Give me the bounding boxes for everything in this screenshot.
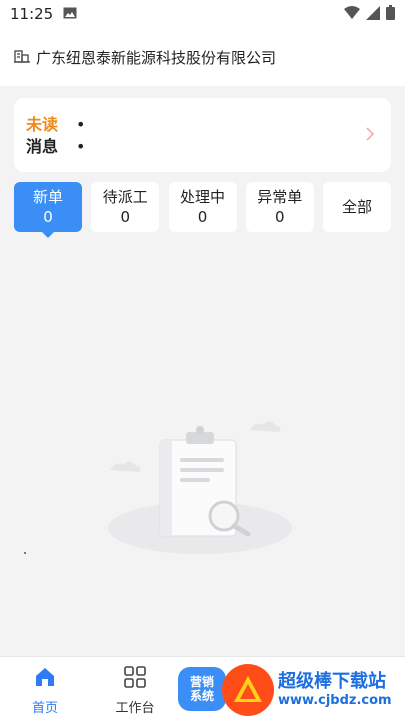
watermark-url: www.cjbdz.com xyxy=(278,693,392,708)
nav-home[interactable]: 首页 xyxy=(10,665,80,716)
marketing-system-button[interactable]: 营销 系统 xyxy=(178,667,226,711)
unread-messages-card[interactable]: 未读 消息 • • xyxy=(14,98,391,172)
tab-count: 0 xyxy=(197,208,208,226)
watermark: 超级棒下载站 www.cjbdz.com xyxy=(222,660,405,720)
marketing-label-line1: 营销 xyxy=(189,675,214,689)
tab-in-progress[interactable]: 处理中 0 xyxy=(168,182,237,232)
wifi-icon xyxy=(344,5,360,24)
chevron-right-icon[interactable] xyxy=(361,124,379,144)
stray-dot xyxy=(24,552,26,554)
tab-all[interactable]: 全部 xyxy=(323,182,391,232)
tab-exception[interactable]: 异常单 0 xyxy=(245,182,314,232)
message-list: • • xyxy=(76,114,85,158)
tab-label: 处理中 xyxy=(179,188,225,206)
signal-icon xyxy=(366,5,380,24)
tab-label: 待派工 xyxy=(102,188,148,206)
home-icon xyxy=(33,665,57,693)
watermark-logo-icon xyxy=(222,664,274,716)
tab-count: 0 xyxy=(120,208,131,226)
unread-label: 未读 消息 xyxy=(26,114,70,158)
battery-icon xyxy=(386,4,395,24)
header: 广东纽恩泰新能源科技股份有限公司 xyxy=(0,28,405,86)
tab-count: 0 xyxy=(274,208,285,226)
tab-new-orders[interactable]: 新单 0 xyxy=(14,182,82,238)
status-time: 11:25 xyxy=(10,5,54,23)
order-status-tabs: 新单 0 待派工 0 处理中 0 异常单 0 全部 xyxy=(14,182,391,238)
message-item[interactable]: • xyxy=(76,136,85,158)
building-icon xyxy=(14,48,30,67)
tab-label: 新单 xyxy=(32,188,63,206)
marketing-label-line2: 系统 xyxy=(189,689,214,703)
tab-label: 异常单 xyxy=(257,188,303,206)
tab-pending-dispatch[interactable]: 待派工 0 xyxy=(91,182,160,232)
gallery-icon xyxy=(63,5,77,23)
unread-label-line1: 未读 xyxy=(26,115,59,134)
empty-state-illustration xyxy=(100,418,300,558)
company-name[interactable]: 广东纽恩泰新能源科技股份有限公司 xyxy=(36,47,276,68)
status-bar: 11:25 xyxy=(0,0,405,28)
watermark-title: 超级棒下载站 xyxy=(278,671,386,692)
unread-label-line2: 消息 xyxy=(26,137,59,156)
nav-workbench[interactable]: 工作台 xyxy=(100,665,170,716)
grid-icon xyxy=(123,665,147,693)
tab-count: 0 xyxy=(43,208,53,226)
nav-workbench-label: 工作台 xyxy=(115,701,155,716)
message-item[interactable]: • xyxy=(76,114,85,136)
tab-label: 全部 xyxy=(341,198,372,216)
nav-home-label: 首页 xyxy=(31,701,58,716)
